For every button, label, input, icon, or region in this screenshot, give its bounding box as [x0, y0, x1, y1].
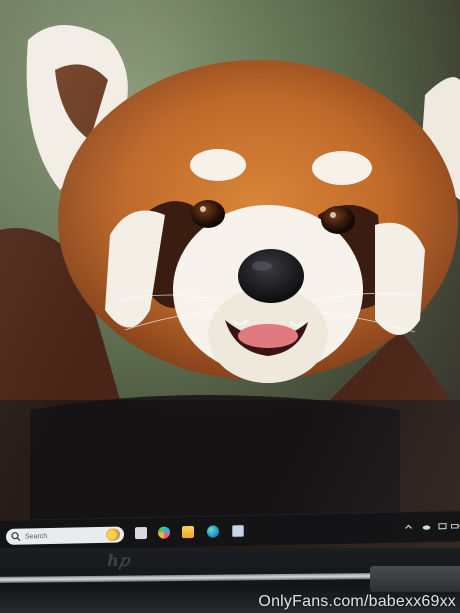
watermark-text: OnlyFans.com/babexx69xx — [258, 593, 456, 610]
cloud-icon[interactable] — [422, 522, 431, 531]
laptop-screen: Search — [0, 0, 460, 548]
desktop-wallpaper — [0, 0, 460, 548]
task-view-icon[interactable] — [135, 526, 147, 540]
laptop-hinge-block — [370, 566, 460, 592]
copilot-icon[interactable] — [158, 526, 170, 539]
search-placeholder: Search — [25, 532, 48, 540]
file-explorer-icon[interactable] — [182, 525, 194, 539]
display-icon[interactable] — [438, 522, 447, 531]
chevron-up-icon[interactable] — [404, 522, 413, 531]
calendar-icon[interactable] — [232, 524, 244, 538]
battery-icon[interactable] — [451, 521, 460, 530]
taskbar-search-box[interactable]: Search — [6, 526, 124, 545]
hp-logo: ℎ𝑝 — [107, 551, 129, 570]
search-highlight-icon — [106, 528, 120, 541]
edge-icon[interactable] — [207, 525, 219, 538]
search-icon — [11, 532, 21, 542]
